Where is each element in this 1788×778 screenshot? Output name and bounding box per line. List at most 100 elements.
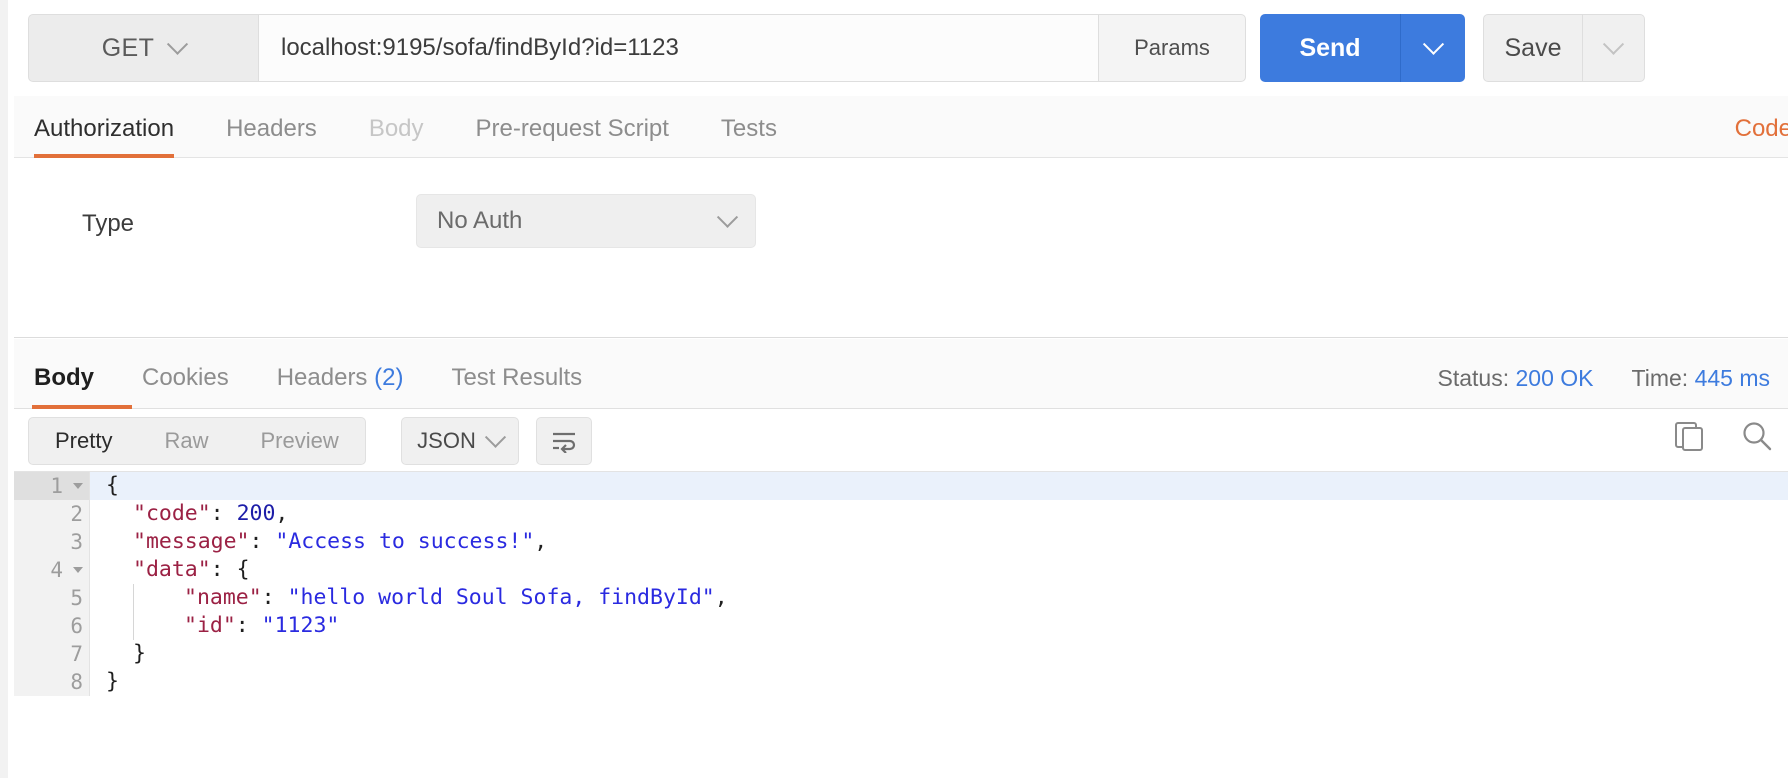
code-link[interactable]: Code (1735, 115, 1788, 143)
view-preview-button[interactable]: Preview (234, 418, 364, 464)
body-view-segmented-control: Pretty Raw Preview (28, 417, 366, 465)
token-punc: , (714, 585, 728, 610)
params-button[interactable]: Params (1098, 14, 1246, 82)
line-number: 1 (14, 472, 90, 500)
response-tab-cookies[interactable]: Cookies (142, 364, 229, 408)
token-num: 200 (236, 501, 276, 526)
line-number: 4 (14, 556, 90, 584)
body-toolbar-actions (1672, 419, 1774, 453)
token-str: "Access to success!" (275, 529, 535, 554)
response-tab-body-label: Body (34, 364, 94, 391)
time-value: 445 ms (1694, 365, 1770, 391)
response-tab-body[interactable]: Body (32, 364, 132, 409)
code-line: 7} (14, 640, 1788, 668)
token-key: "id" (184, 613, 236, 638)
status-label: Status: (1437, 365, 1510, 391)
postman-window: GET Params Send Save (0, 0, 1788, 778)
code-line: 5 "name": "hello world Soul Sofa, findByI… (14, 584, 1788, 612)
response-tab-bar: Body Cookies Headers (2) Test Results St… (14, 339, 1788, 409)
tab-pre-request-script[interactable]: Pre-request Script (476, 115, 669, 157)
code-line: 2 "code": 200, (14, 500, 1788, 528)
tab-authorization-label: Authorization (34, 115, 175, 142)
send-label: Send (1299, 33, 1361, 62)
request-tab-bar: Authorization Headers Body Pre-request S… (14, 96, 1788, 158)
code-line-text: { (90, 472, 119, 500)
token-punc: { (106, 473, 119, 498)
indent-guide (106, 528, 134, 556)
code-line: 4 "data": { (14, 556, 1788, 584)
code-line-text: "code": 200, (90, 500, 288, 528)
line-number: 7 (14, 640, 90, 668)
save-options-button[interactable] (1583, 14, 1645, 82)
token-str: "1123" (261, 613, 340, 638)
sidebar-edge (0, 0, 14, 778)
indent-guide (133, 612, 185, 640)
response-body-viewer[interactable]: 1{2 "code": 200, 3 "message": "Access to su… (14, 471, 1788, 778)
save-label: Save (1504, 33, 1562, 62)
chevron-down-icon (1422, 33, 1444, 55)
http-method-selector[interactable]: GET (28, 14, 258, 82)
response-tab-test-results[interactable]: Test Results (451, 364, 582, 408)
tab-tests[interactable]: Tests (721, 115, 777, 157)
token-key: "code" (133, 501, 211, 526)
tab-headers[interactable]: Headers (226, 115, 317, 157)
body-format-dropdown[interactable]: JSON (401, 417, 519, 465)
token-punc: : (210, 557, 237, 582)
auth-type-dropdown[interactable]: No Auth (416, 194, 756, 248)
indent-guide (133, 584, 185, 612)
word-wrap-button[interactable] (536, 417, 592, 465)
tab-tests-label: Tests (720, 115, 777, 142)
tab-body-label: Body (368, 115, 424, 142)
line-number: 5 (14, 584, 90, 612)
line-number: 8 (14, 668, 90, 696)
response-tab-test-results-label: Test Results (451, 364, 583, 391)
body-format-value: JSON (417, 428, 476, 453)
view-pretty-button[interactable]: Pretty (29, 418, 138, 464)
copy-icon (1675, 422, 1703, 451)
chevron-down-icon (716, 206, 739, 228)
token-key: "data" (133, 557, 211, 582)
params-label: Params (1134, 35, 1210, 60)
status-group: Status: 200 OK (1438, 365, 1594, 392)
fold-toggle-icon[interactable] (73, 567, 83, 573)
auth-type-label: Type (82, 210, 135, 237)
view-preview-label: Preview (260, 428, 339, 453)
send-options-button[interactable] (1400, 14, 1465, 82)
request-url-bar: GET Params Send Save (14, 0, 1788, 96)
send-button[interactable]: Send (1260, 14, 1400, 82)
auth-type-value: No Auth (437, 207, 523, 234)
code-line-text: } (90, 640, 146, 668)
indent-guide (106, 500, 134, 528)
token-punc: , (534, 529, 548, 554)
time-group: Time: 445 ms (1632, 365, 1770, 392)
response-tab-headers[interactable]: Headers (2) (277, 364, 404, 408)
tab-authorization[interactable]: Authorization (34, 115, 175, 158)
indent-guide (106, 612, 134, 640)
tab-body[interactable]: Body (369, 115, 424, 157)
request-url-field[interactable] (258, 14, 1098, 82)
line-number: 2 (14, 500, 90, 528)
token-punc: } (106, 669, 119, 694)
code-line-text: } (90, 668, 119, 696)
fold-toggle-icon[interactable] (73, 483, 83, 489)
search-button[interactable] (1740, 419, 1774, 453)
tab-headers-label: Headers (226, 115, 317, 142)
indent-guide (106, 584, 134, 612)
indent-guide (106, 640, 134, 668)
token-key: "name" (184, 585, 262, 610)
token-punc: : (210, 501, 237, 526)
code-link-label: Code (1734, 115, 1788, 142)
view-raw-button[interactable]: Raw (138, 418, 234, 464)
code-line: 1{ (14, 472, 1788, 500)
chevron-down-icon (1602, 33, 1625, 55)
view-raw-label: Raw (164, 428, 209, 453)
copy-button[interactable] (1672, 419, 1706, 453)
save-button[interactable]: Save (1483, 14, 1583, 82)
response-body-toolbar: Pretty Raw Preview JSON (14, 409, 1788, 471)
code-line: 8} (14, 668, 1788, 696)
token-key: "message" (133, 529, 250, 554)
response-headers-count: (2) (374, 364, 404, 391)
response-meta: Status: 200 OK Time: 445 ms (1438, 365, 1770, 392)
request-url-input[interactable] (281, 34, 1098, 62)
tab-pre-request-script-label: Pre-request Script (475, 115, 669, 142)
